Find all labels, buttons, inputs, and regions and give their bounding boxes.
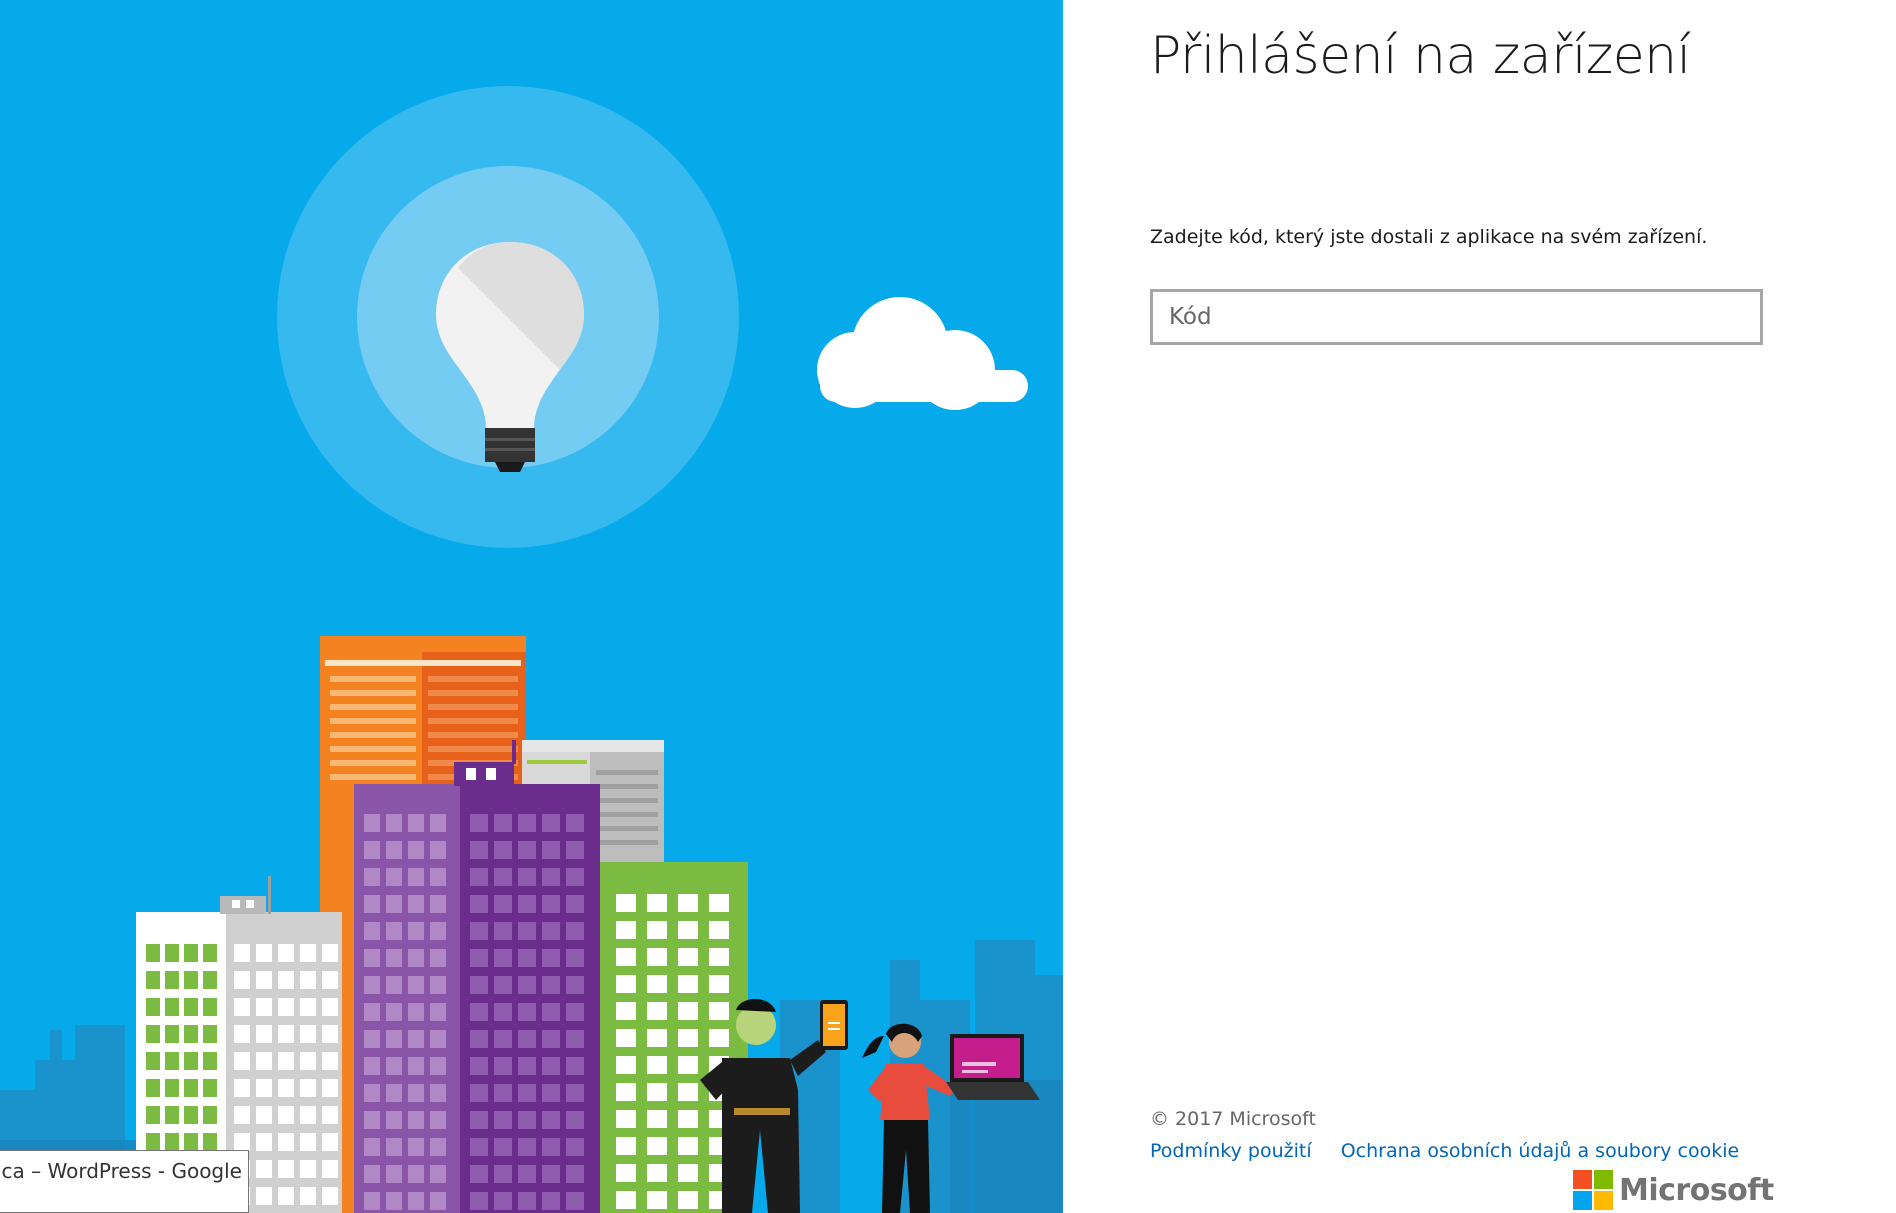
footer-links: Podmínky použití Ochrana osobních údajů … [1150,1140,1763,1162]
hero-illustration: pica – WordPress - Google [0,0,1063,1213]
city-illustration [0,86,1063,1213]
device-login-page: pica – WordPress - Google Přihlášení na … [0,0,1896,1213]
code-input[interactable] [1150,289,1763,345]
microsoft-logo: Microsoft [1573,1170,1774,1210]
footer: © 2017 Microsoft Podmínky použití Ochran… [1150,1108,1763,1162]
login-panel: Přihlášení na zařízení Zadejte kód, kter… [1063,0,1896,1213]
terms-link[interactable]: Podmínky použití [1150,1140,1312,1162]
microsoft-logo-icon [1573,1170,1613,1210]
browser-tooltip: pica – WordPress - Google [0,1150,249,1213]
copyright-text: © 2017 Microsoft [1150,1108,1316,1130]
privacy-cookies-link[interactable]: Ochrana osobních údajů a soubory cookie [1341,1140,1739,1162]
cloud-icon [817,297,1028,410]
purple-building [354,740,600,1213]
page-title: Přihlášení na zařízení [1150,26,1691,86]
instruction-text: Zadejte kód, který jste dostali z aplika… [1150,226,1708,248]
microsoft-brand-text: Microsoft [1619,1172,1774,1208]
